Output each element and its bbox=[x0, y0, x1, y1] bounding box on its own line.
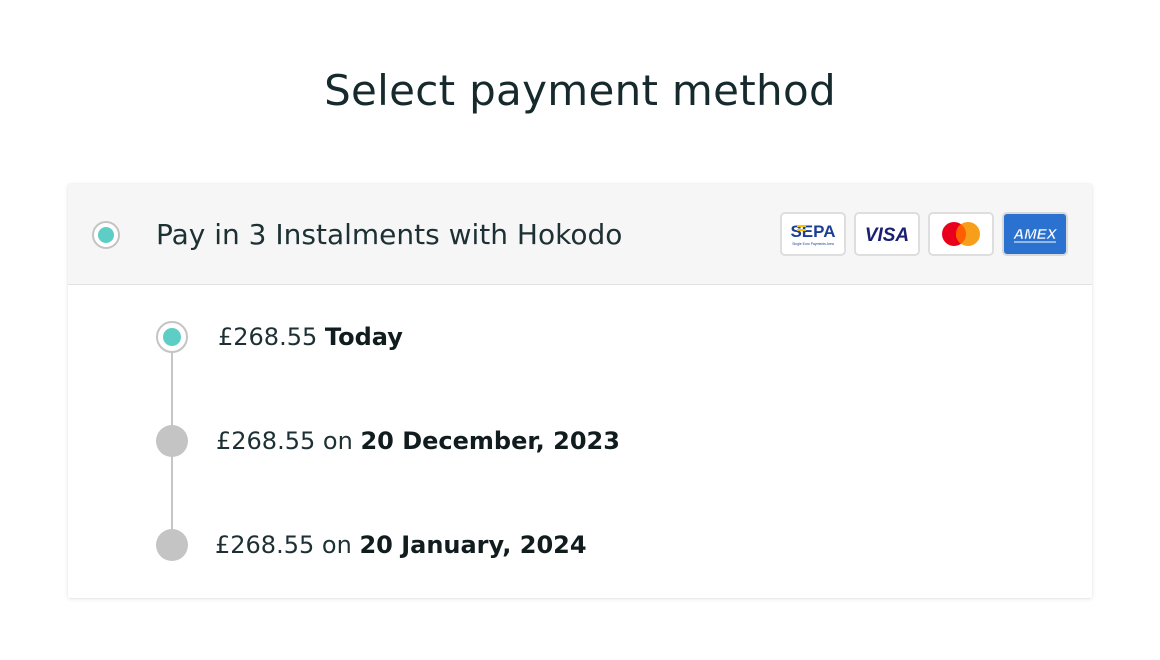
instalment-amount: £268.55 bbox=[216, 427, 316, 455]
instalment-connector: on bbox=[321, 531, 352, 559]
payment-option-radio[interactable] bbox=[92, 221, 120, 249]
radio-selected-indicator bbox=[98, 227, 114, 243]
instalment-amount: £268.55 bbox=[215, 531, 315, 559]
instalment-2-text: £268.55 on 20 December, 2023 bbox=[216, 427, 620, 455]
instalment-connector: on bbox=[322, 427, 353, 455]
svg-text:SEPA: SEPA bbox=[790, 222, 835, 241]
mastercard-logo bbox=[928, 212, 994, 256]
page-title: Select payment method bbox=[324, 66, 836, 115]
payment-option-header[interactable]: Pay in 3 Instalments with Hokodo SEPA Si… bbox=[68, 184, 1092, 285]
instalment-1-marker bbox=[156, 321, 188, 353]
instalment-3-marker bbox=[156, 529, 188, 561]
amex-logo: AMEX bbox=[1002, 212, 1068, 256]
sepa-logo: SEPA Single Euro Payments Area bbox=[780, 212, 846, 256]
instalment-date: 20 January, 2024 bbox=[359, 531, 587, 559]
svg-text:VISA: VISA bbox=[865, 225, 909, 246]
instalment-date: Today bbox=[324, 323, 403, 351]
svg-text:Single Euro Payments Area: Single Euro Payments Area bbox=[792, 242, 834, 246]
visa-logo: VISA bbox=[854, 212, 920, 256]
accepted-card-logos: SEPA Single Euro Payments Area VISA AMEX bbox=[780, 212, 1068, 256]
payment-option-card: Pay in 3 Instalments with Hokodo SEPA Si… bbox=[68, 184, 1092, 598]
payment-option-label: Pay in 3 Instalments with Hokodo bbox=[156, 218, 623, 251]
instalment-amount: £268.55 bbox=[218, 323, 318, 351]
instalment-timeline: £268.55 Today £268.55 on 20 December, 20… bbox=[68, 284, 1092, 598]
instalment-1-text: £268.55 Today bbox=[218, 323, 403, 351]
instalment-date: 20 December, 2023 bbox=[360, 427, 620, 455]
instalment-3-text: £268.55 on 20 January, 2024 bbox=[215, 531, 587, 559]
svg-text:AMEX: AMEX bbox=[1012, 226, 1057, 243]
instalment-2-marker bbox=[156, 425, 188, 457]
